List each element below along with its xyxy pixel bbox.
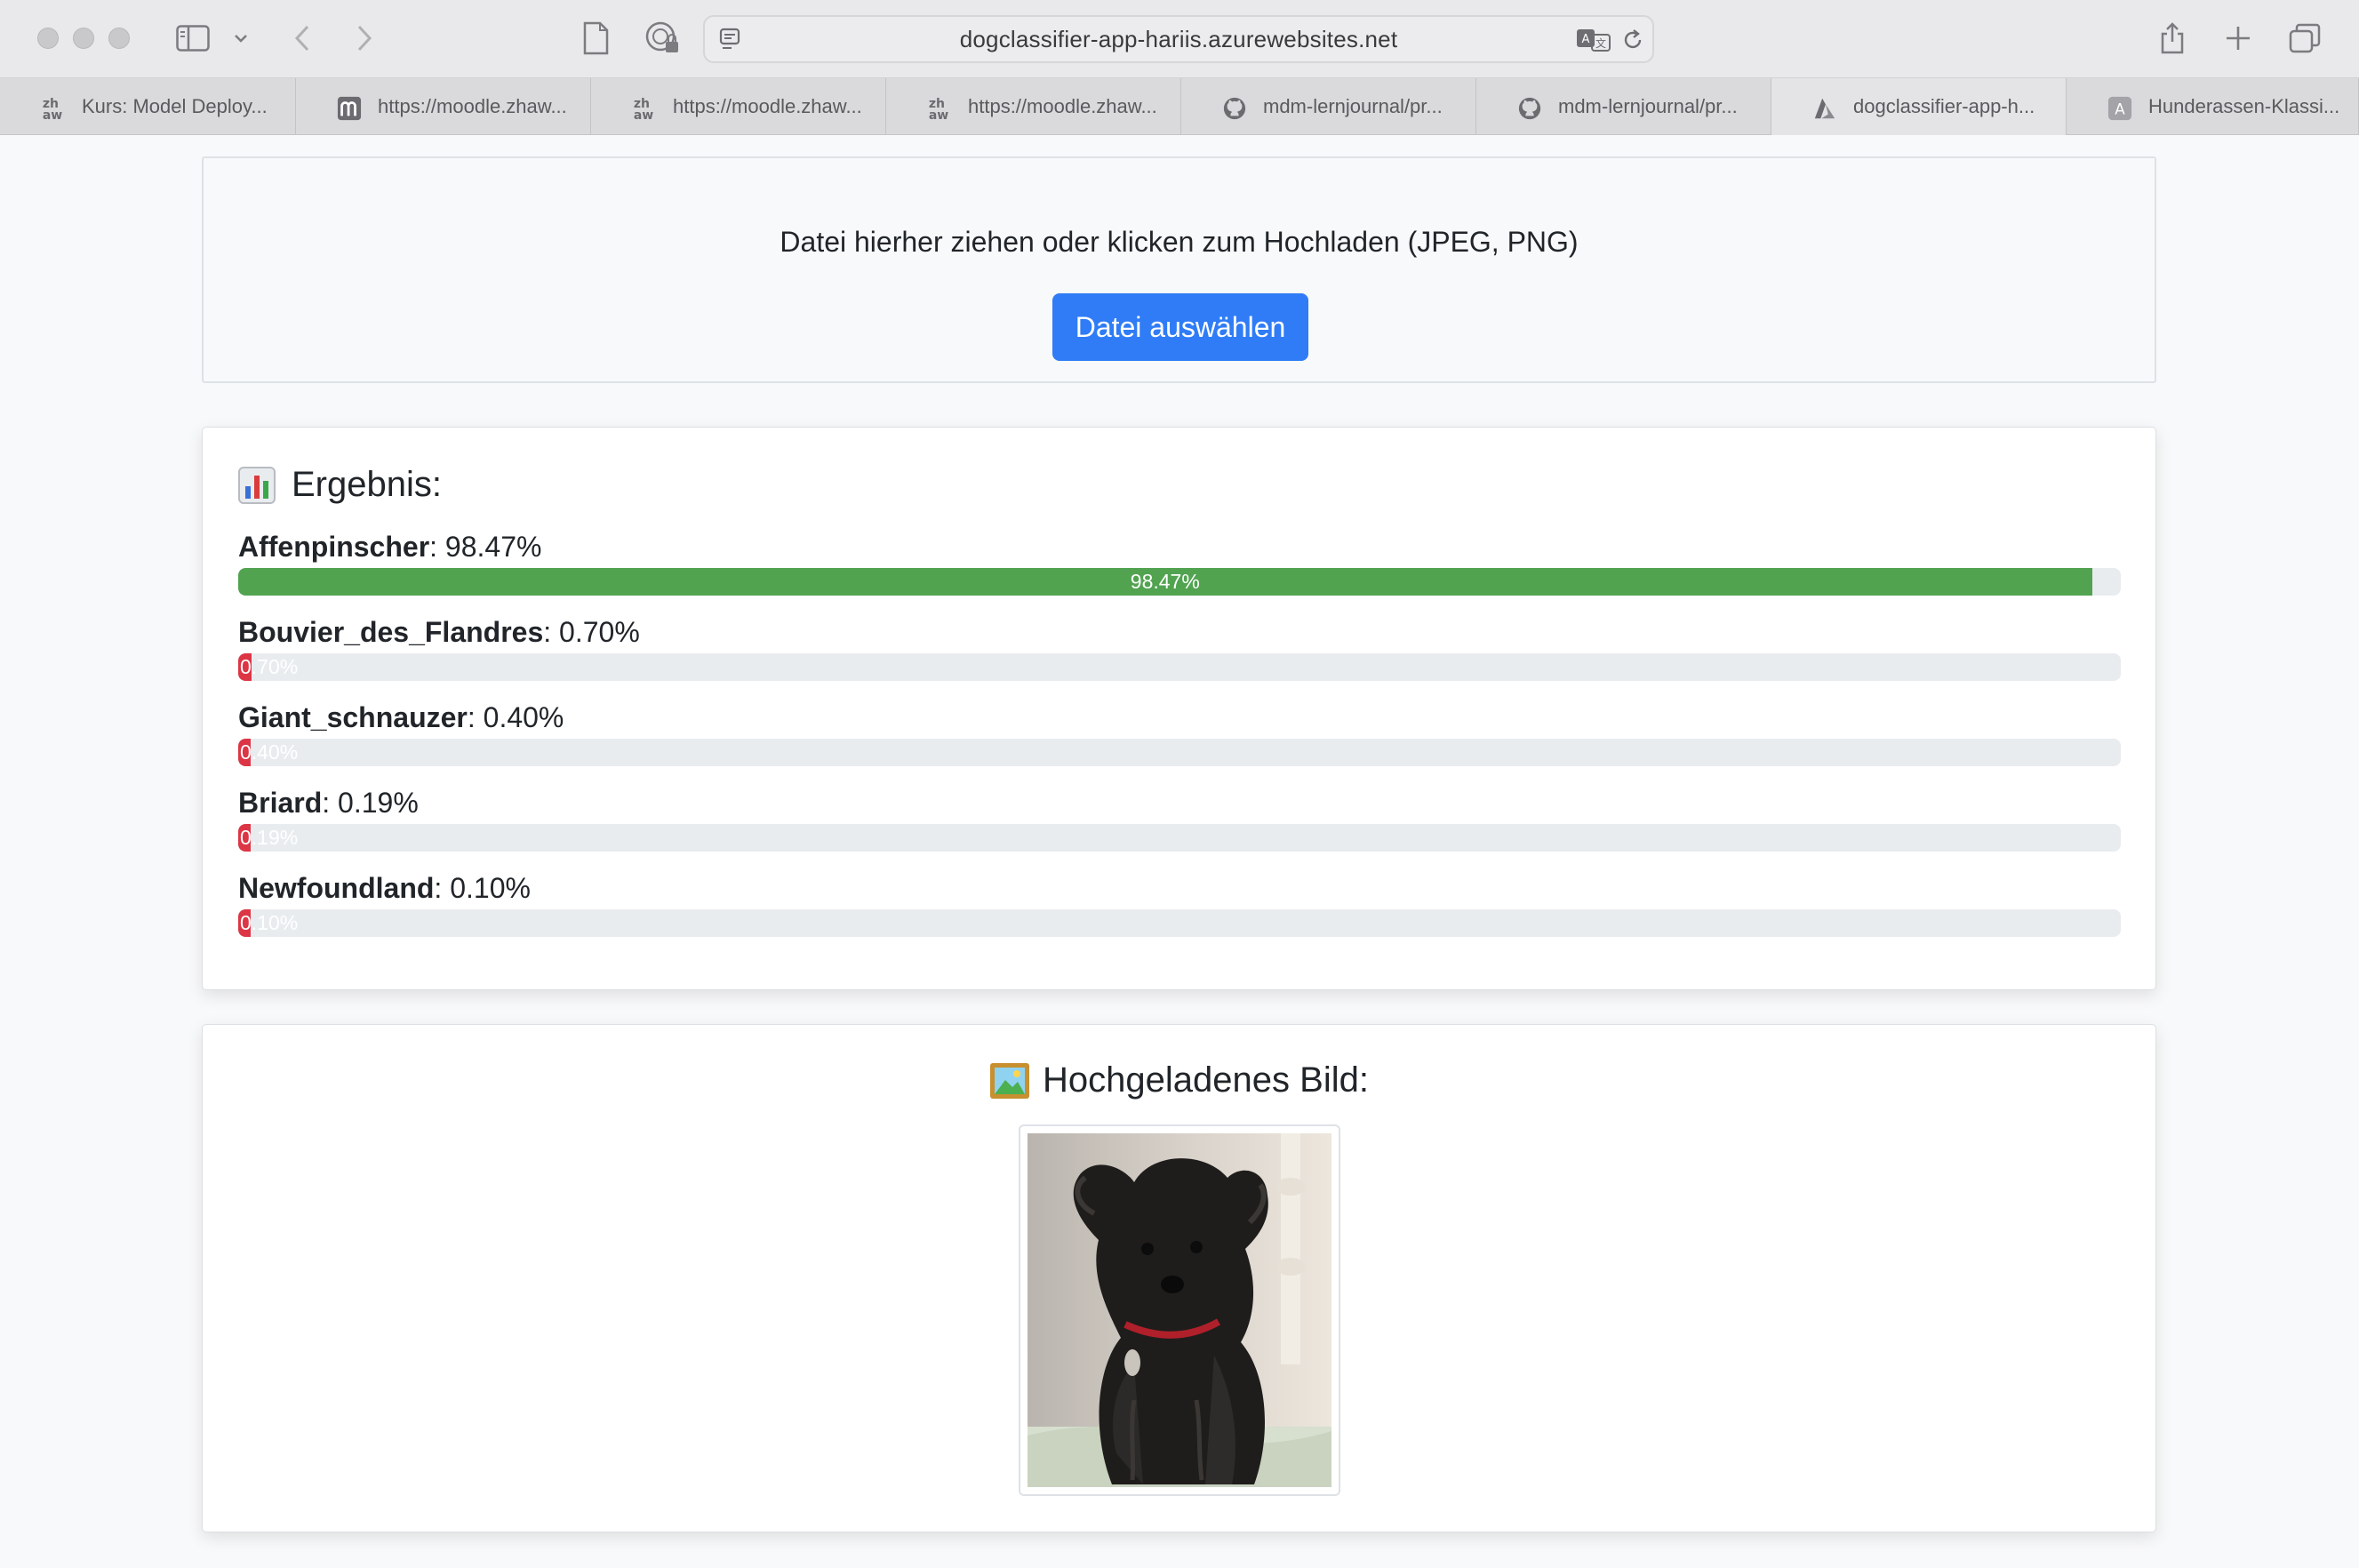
tab-label: mdm-lernjournal/pr... [1558,95,1738,117]
breed-name: Affenpinscher [238,531,430,563]
uploaded-heading: Hochgeladenes Bild: [203,1060,2155,1100]
uploaded-heading-text: Hochgeladenes Bild: [1043,1060,1369,1100]
breed-percent: 0.10% [450,872,531,904]
prediction-row: Newfoundland: 0.10% 0.10% [238,868,2121,937]
upload-hint: Datei hierher ziehen oder klicken zum Ho… [780,226,1579,258]
tab-moodle-1[interactable]: https://moodle.zhaw... [296,78,591,135]
progress-fill-text: 0.40% [240,740,299,764]
tab-overview-icon[interactable] [2286,20,2323,57]
tab-kurs-model-deploy[interactable]: zh aw Kurs: Model Deploy... [0,78,296,135]
page-content: Datei hierher ziehen oder klicken zum Ho… [0,135,2359,1568]
svg-text:A: A [2115,100,2125,118]
breed-name: Newfoundland [238,872,435,904]
tab-label: dogclassifier-app-h... [1853,95,2035,117]
back-icon[interactable] [286,20,318,57]
zhaw-icon: zh aw [927,96,952,122]
progress-track: 0.19% [238,824,2121,852]
progress-fill-text: 98.47% [1130,570,1200,593]
tab-moodle-2[interactable]: zh aw https://moodle.zhaw... [591,78,886,135]
prediction-row: Giant_schnauzer: 0.40% 0.40% [238,698,2121,766]
progress-track: 0.40% [238,739,2121,766]
breed-percent: 0.40% [483,701,564,733]
progress-track: 0.10% [238,909,2121,937]
svg-text:aw: aw [43,108,62,122]
svg-text:文: 文 [1595,36,1606,50]
new-tab-icon[interactable] [2220,20,2256,57]
result-heading-text: Ergebnis: [292,465,442,504]
prediction-label: Affenpinscher: 98.47% [238,531,542,563]
prediction-row: Briard: 0.19% 0.19% [238,783,2121,852]
result-heading: Ergebnis: [238,465,442,505]
browser-window: dogclassifier-app-hariis.azurewebsites.n… [0,0,2359,1568]
tab-label: mdm-lernjournal/pr... [1263,95,1443,117]
tab-label: Hunderassen-Klassi... [2148,95,2340,117]
tab-github-1[interactable]: mdm-lernjournal/pr... [1181,78,1476,135]
github-icon [1222,96,1247,121]
prediction-label: Bouvier_des_Flandres: 0.70% [238,616,640,648]
upload-dropzone[interactable]: Datei hierher ziehen oder klicken zum Ho… [202,156,2156,383]
azure-icon [1812,96,1837,121]
prediction-label: Giant_schnauzer: 0.40% [238,701,564,733]
translate-icon[interactable]: A文 [1576,28,1611,57]
svg-text:aw: aw [929,108,948,122]
prediction-label: Newfoundland: 0.10% [238,872,531,904]
moodle-icon [337,96,362,121]
sidebar-toggle-icon[interactable] [174,20,212,57]
chevron-down-icon[interactable] [229,20,252,57]
progress-fill-text: 0.19% [240,826,299,849]
breed-percent: 98.47% [444,531,542,563]
progress-track: 98.47% [238,568,2121,596]
page-document-icon[interactable] [580,20,612,57]
tab-moodle-3[interactable]: zh aw https://moodle.zhaw... [886,78,1181,135]
prediction-row: Bouvier_des_Flandres: 0.70% 0.70% [238,612,2121,681]
tab-label: https://moodle.zhaw... [378,95,567,117]
breed-name: Giant_schnauzer [238,701,468,733]
uploaded-image-card: Hochgeladenes Bild: [202,1024,2156,1532]
forward-icon[interactable] [348,20,380,57]
result-card: Ergebnis: Affenpinscher: 98.47% 98.47% B… [202,427,2156,990]
tab-github-2[interactable]: mdm-lernjournal/pr... [1476,78,1771,135]
breed-percent: 0.19% [338,787,419,819]
prediction-row: Affenpinscher: 98.47% 98.47% [238,527,2121,596]
progress-fill-text: 0.70% [240,655,299,678]
github-icon [1517,96,1542,121]
progress-fill-text: 0.10% [240,911,299,934]
close-window-button[interactable] [37,28,59,49]
address-bar[interactable]: dogclassifier-app-hariis.azurewebsites.n… [703,15,1654,63]
tab-label: https://moodle.zhaw... [968,95,1157,117]
prediction-label: Briard: 0.19% [238,787,419,819]
breed-name: Bouvier_des_Flandres [238,616,544,648]
breed-percent: 0.70% [559,616,640,648]
browser-toolbar: dogclassifier-app-hariis.azurewebsites.n… [0,0,2359,78]
bar-chart-icon [238,466,276,504]
zoom-window-button[interactable] [108,28,130,49]
tab-label: Kurs: Model Deploy... [82,95,268,117]
privacy-report-icon[interactable] [644,20,683,57]
a-icon: A [2107,96,2132,121]
tab-hunderassen[interactable]: A Hunderassen-Klassi... [2067,78,2359,135]
choose-file-button[interactable]: Datei auswählen [1052,293,1308,361]
uploaded-dog-image [1019,1124,1340,1496]
minimize-window-button[interactable] [73,28,94,49]
zhaw-icon: zh aw [632,96,657,122]
breed-name: Briard [238,787,323,819]
zhaw-icon: zh aw [41,96,66,122]
progress-track: 0.70% [238,653,2121,681]
reload-icon[interactable] [1620,28,1645,57]
tab-label: https://moodle.zhaw... [673,95,862,117]
tab-bar: zh aw Kurs: Model Deploy... https://moodl… [0,78,2359,135]
svg-text:A: A [1582,33,1590,46]
tab-dogclassifier[interactable]: dogclassifier-app-h... [1771,78,2067,135]
share-icon[interactable] [2155,20,2190,57]
url-text[interactable]: dogclassifier-app-hariis.azurewebsites.n… [705,17,1652,61]
framed-picture-icon [989,1062,1030,1100]
svg-text:aw: aw [634,108,653,122]
